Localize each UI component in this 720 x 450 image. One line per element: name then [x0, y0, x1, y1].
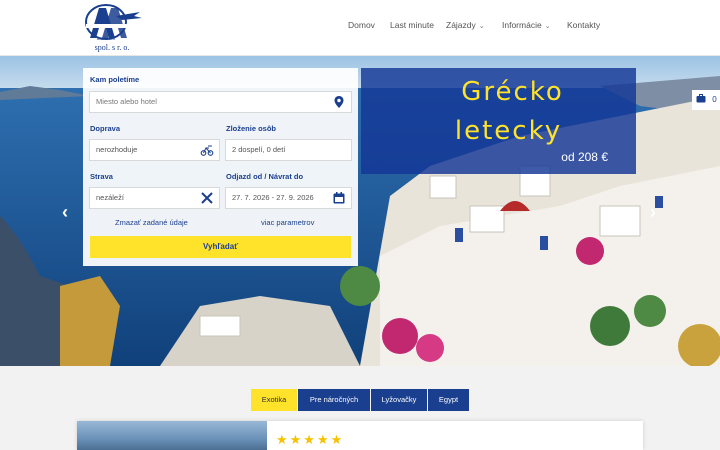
cart-button[interactable]: 0 — [692, 90, 720, 110]
destination-label: Kam poletíme — [90, 75, 140, 84]
map-pin-icon — [334, 96, 344, 108]
dates-label: Odjazd od / Návrat do — [226, 172, 304, 181]
persons-label: Zloženie osôb — [226, 124, 277, 133]
star-rating: ★★★★★ — [276, 432, 345, 447]
chevron-down-icon: ⌄ — [478, 23, 485, 30]
board-select[interactable]: nezáleží — [89, 187, 220, 209]
dates-input[interactable]: 27. 7. 2026 - 27. 9. 2026 — [225, 187, 352, 209]
calendar-icon — [333, 192, 345, 204]
board-icon — [201, 192, 213, 204]
more-parameters-link[interactable]: viac parametrov — [261, 218, 314, 227]
logo-subtitle: spol. s r. o. — [94, 43, 130, 52]
transport-icon — [200, 145, 214, 156]
transport-select[interactable]: nerozhoduje — [89, 139, 220, 161]
destination-input[interactable]: Miesto alebo hotel — [89, 91, 352, 113]
briefcase-icon — [696, 94, 706, 103]
nav-informacie[interactable]: Informácie ⌄ — [502, 20, 551, 30]
tab-lyzovacky[interactable]: Lyžovačky — [371, 389, 427, 411]
cart-count: 0 — [712, 95, 717, 104]
offer-card[interactable] — [77, 421, 643, 450]
promo-title-line2: letecky — [454, 116, 563, 146]
nav-kontakty[interactable]: Kontakty — [567, 20, 600, 30]
persons-select[interactable]: 2 dospelí, 0 detí — [225, 139, 352, 161]
transport-label: Doprava — [90, 124, 121, 133]
tab-exotika[interactable]: Exotika — [251, 389, 297, 411]
tab-pre-narocnych[interactable]: Pre náročných — [298, 389, 370, 411]
promo-price: od 208 € — [561, 150, 608, 164]
carousel-prev-arrow-icon[interactable]: ‹ — [62, 202, 68, 223]
logo-wordmark: ALBATROS — [97, 37, 116, 41]
carousel-next-arrow-icon[interactable]: › — [650, 202, 656, 223]
promo-title-line1: Grécko — [461, 77, 564, 107]
nav-domov[interactable]: Domov — [348, 20, 375, 30]
nav-last-minute[interactable]: Last minute — [390, 20, 434, 30]
board-label: Strava — [90, 172, 113, 181]
tab-egypt[interactable]: Egypt — [428, 389, 469, 411]
nav-zajazdy[interactable]: Zájazdy ⌄ — [446, 20, 485, 30]
offer-image — [77, 421, 267, 450]
promo-box[interactable]: Grécko letecky od 208 € — [361, 68, 636, 174]
site-header: ALBATROS spol. s r. o. Domov Last minute… — [0, 0, 720, 56]
chevron-down-icon: ⌄ — [544, 23, 551, 30]
search-button[interactable]: Vyhľadať — [90, 236, 351, 258]
clear-filters-link[interactable]: Zmazať zadané údaje — [115, 218, 188, 227]
